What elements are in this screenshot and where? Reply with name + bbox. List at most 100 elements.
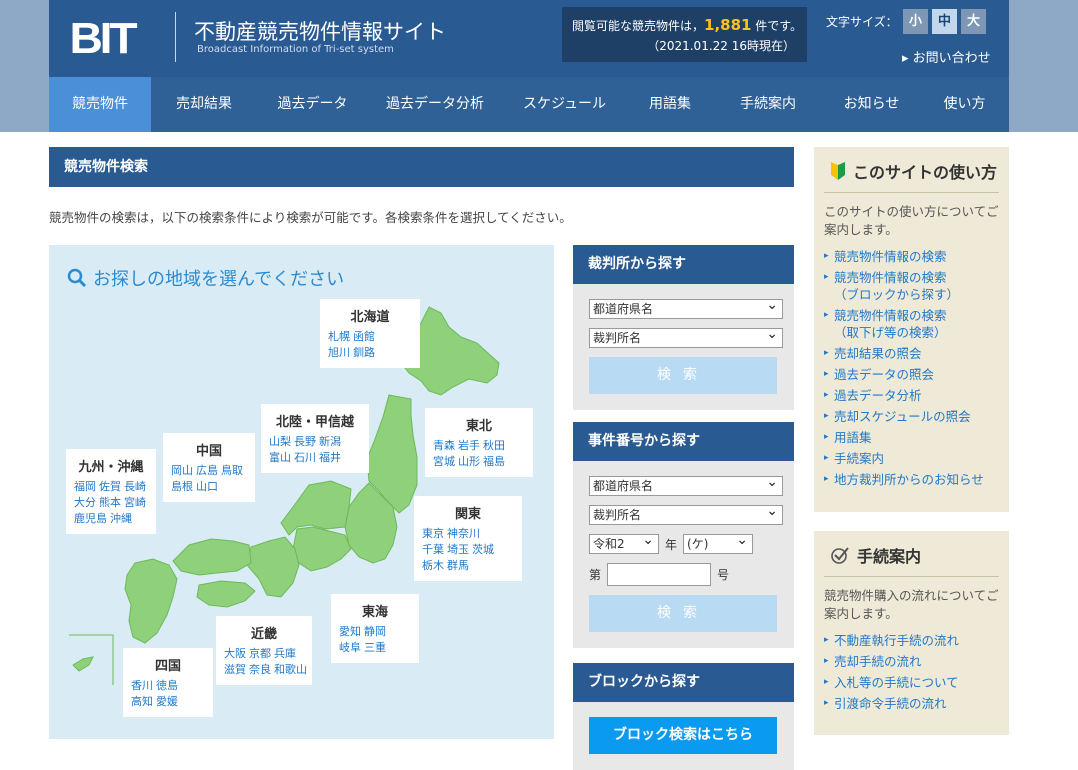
region-chugoku[interactable]: 中国 岡山 広島 鳥取 島根 山口 [163, 433, 255, 502]
region-shikoku[interactable]: 四国 香川 徳島 高知 愛媛 [123, 648, 213, 717]
city-link[interactable]: 旭川 [328, 346, 350, 359]
city-link[interactable]: 岐阜 [339, 641, 361, 654]
city-link[interactable]: 函館 [353, 330, 375, 343]
court-name-select[interactable]: 裁判所名 [589, 325, 783, 348]
city-link[interactable]: 佐賀 [99, 480, 121, 493]
city-link[interactable]: 千葉 [422, 543, 444, 556]
usage-link-court-news[interactable]: 地方裁判所からのお知らせ [824, 471, 999, 488]
city-link[interactable]: 青森 [433, 439, 455, 452]
region-tokai[interactable]: 東海 愛知 静岡 岐阜 三重 [331, 594, 419, 663]
city-link[interactable]: 香川 [131, 679, 153, 692]
city-link[interactable]: 札幌 [328, 330, 350, 343]
city-link[interactable]: 熊本 [99, 496, 121, 509]
city-link[interactable]: 福岡 [74, 480, 96, 493]
city-link[interactable]: 宮城 [433, 455, 455, 468]
city-link[interactable]: 奈良 [249, 663, 271, 676]
map-tokai[interactable] [292, 526, 352, 572]
city-link[interactable]: 和歌山 [274, 663, 307, 676]
font-size-small-button[interactable]: 小 [903, 9, 928, 34]
city-link[interactable]: 兵庫 [274, 647, 296, 660]
nav-item-schedule[interactable]: スケジュール [502, 77, 627, 132]
city-link[interactable]: 茨城 [472, 543, 494, 556]
city-link[interactable]: 徳島 [156, 679, 178, 692]
map-kyushu[interactable] [124, 558, 178, 644]
court-search-button[interactable]: 検索 [589, 357, 777, 394]
nav-item-past-data-analysis[interactable]: 過去データ分析 [368, 77, 502, 132]
site-logo[interactable]: BIT [69, 14, 137, 64]
city-link[interactable]: 群馬 [447, 559, 469, 572]
region-kinki[interactable]: 近畿 大阪 京都 兵庫 滋賀 奈良 和歌山 [216, 616, 312, 685]
usage-link-schedule[interactable]: 売却スケジュールの照会 [824, 408, 999, 425]
usage-link-sale-results[interactable]: 売却結果の照会 [824, 345, 999, 362]
font-size-large-button[interactable]: 大 [961, 9, 986, 34]
city-link[interactable]: 新潟 [319, 435, 341, 448]
usage-link-search-block[interactable]: 競売物件情報の検索 （ブロックから探す） [824, 269, 999, 303]
usage-link-past-data[interactable]: 過去データの照会 [824, 366, 999, 383]
city-link[interactable]: 山梨 [269, 435, 291, 448]
region-kyushu-okinawa[interactable]: 九州・沖縄 福岡 佐賀 長崎 大分 熊本 宮崎 鹿児島 沖縄 [66, 449, 156, 534]
city-link[interactable]: 石川 [294, 451, 316, 464]
map-hokuriku[interactable] [280, 480, 352, 536]
city-link[interactable]: 富山 [269, 451, 291, 464]
usage-link-past-analysis[interactable]: 過去データ分析 [824, 387, 999, 404]
nav-item-sale-results[interactable]: 売却結果 [151, 77, 257, 132]
city-link[interactable]: 山形 [458, 455, 480, 468]
era-year-select[interactable]: 令和2 [589, 531, 659, 554]
region-tohoku[interactable]: 東北 青森 岩手 秋田 宮城 山形 福島 [425, 408, 533, 477]
city-link[interactable]: 秋田 [483, 439, 505, 452]
city-link[interactable]: 滋賀 [224, 663, 246, 676]
city-link[interactable]: 福島 [483, 455, 505, 468]
case-search-button[interactable]: 検索 [589, 595, 777, 632]
city-link[interactable]: 宮崎 [124, 496, 146, 509]
city-link[interactable]: 大阪 [224, 647, 246, 660]
city-link[interactable]: 大分 [74, 496, 96, 509]
nav-item-properties[interactable]: 競売物件 [49, 77, 151, 132]
city-link[interactable]: 栃木 [422, 559, 444, 572]
city-link[interactable]: 長野 [294, 435, 316, 448]
city-link[interactable]: 岡山 [171, 464, 193, 477]
usage-link-search-withdrawn[interactable]: 競売物件情報の検索 （取下げ等の検索） [824, 307, 999, 341]
map-chugoku[interactable] [172, 538, 252, 576]
case-type-select[interactable]: (ケ) [683, 531, 754, 554]
map-shikoku[interactable] [196, 580, 256, 608]
region-hokkaido[interactable]: 北海道 札幌 函館 旭川 釧路 [320, 299, 420, 368]
nav-item-news[interactable]: お知らせ [823, 77, 920, 132]
case-court-select[interactable]: 裁判所名 [589, 502, 783, 525]
map-okinawa[interactable] [72, 656, 94, 672]
city-link[interactable]: 沖縄 [110, 512, 132, 525]
city-link[interactable]: 神奈川 [447, 527, 480, 540]
city-link[interactable]: 岩手 [458, 439, 480, 452]
usage-link-search[interactable]: 競売物件情報の検索 [824, 248, 999, 265]
case-number-input[interactable] [607, 563, 712, 586]
procedure-link-handover[interactable]: 引渡命令手続の流れ [824, 695, 999, 712]
city-link[interactable]: 愛知 [339, 625, 361, 638]
nav-item-procedures[interactable]: 手続案内 [713, 77, 823, 132]
contact-link[interactable]: ▸ お問い合わせ [902, 47, 991, 66]
region-hokuriku-koshinetsu[interactable]: 北陸・甲信越 山梨 長野 新潟 富山 石川 福井 [261, 404, 369, 473]
city-link[interactable]: 長崎 [124, 480, 146, 493]
procedure-link-bidding[interactable]: 入札等の手続について [824, 674, 999, 691]
city-link[interactable]: 三重 [364, 641, 386, 654]
case-prefecture-select[interactable]: 都道府県名 [589, 473, 783, 496]
city-link[interactable]: 広島 [196, 464, 218, 477]
block-search-button[interactable]: ブロック検索はこちら [589, 717, 777, 754]
usage-link-procedures[interactable]: 手続案内 [824, 450, 999, 467]
nav-item-glossary[interactable]: 用語集 [627, 77, 713, 132]
procedure-link-sale[interactable]: 売却手続の流れ [824, 653, 999, 670]
nav-item-how-to-use[interactable]: 使い方 [920, 77, 1009, 132]
city-link[interactable]: 山口 [196, 480, 218, 493]
city-link[interactable]: 愛媛 [156, 695, 178, 708]
city-link[interactable]: 島根 [171, 480, 193, 493]
nav-item-past-data[interactable]: 過去データ [257, 77, 368, 132]
font-size-medium-button[interactable]: 中 [932, 9, 957, 34]
usage-link-glossary[interactable]: 用語集 [824, 429, 999, 446]
region-kanto[interactable]: 関東 東京 神奈川 千葉 埼玉 茨城 栃木 群馬 [414, 496, 522, 581]
city-link[interactable]: 鹿児島 [74, 512, 107, 525]
city-link[interactable]: 埼玉 [447, 543, 469, 556]
court-prefecture-select[interactable]: 都道府県名 [589, 296, 783, 319]
city-link[interactable]: 鳥取 [221, 464, 243, 477]
city-link[interactable]: 福井 [319, 451, 341, 464]
map-kinki[interactable] [246, 536, 300, 598]
city-link[interactable]: 京都 [249, 647, 271, 660]
city-link[interactable]: 高知 [131, 695, 153, 708]
